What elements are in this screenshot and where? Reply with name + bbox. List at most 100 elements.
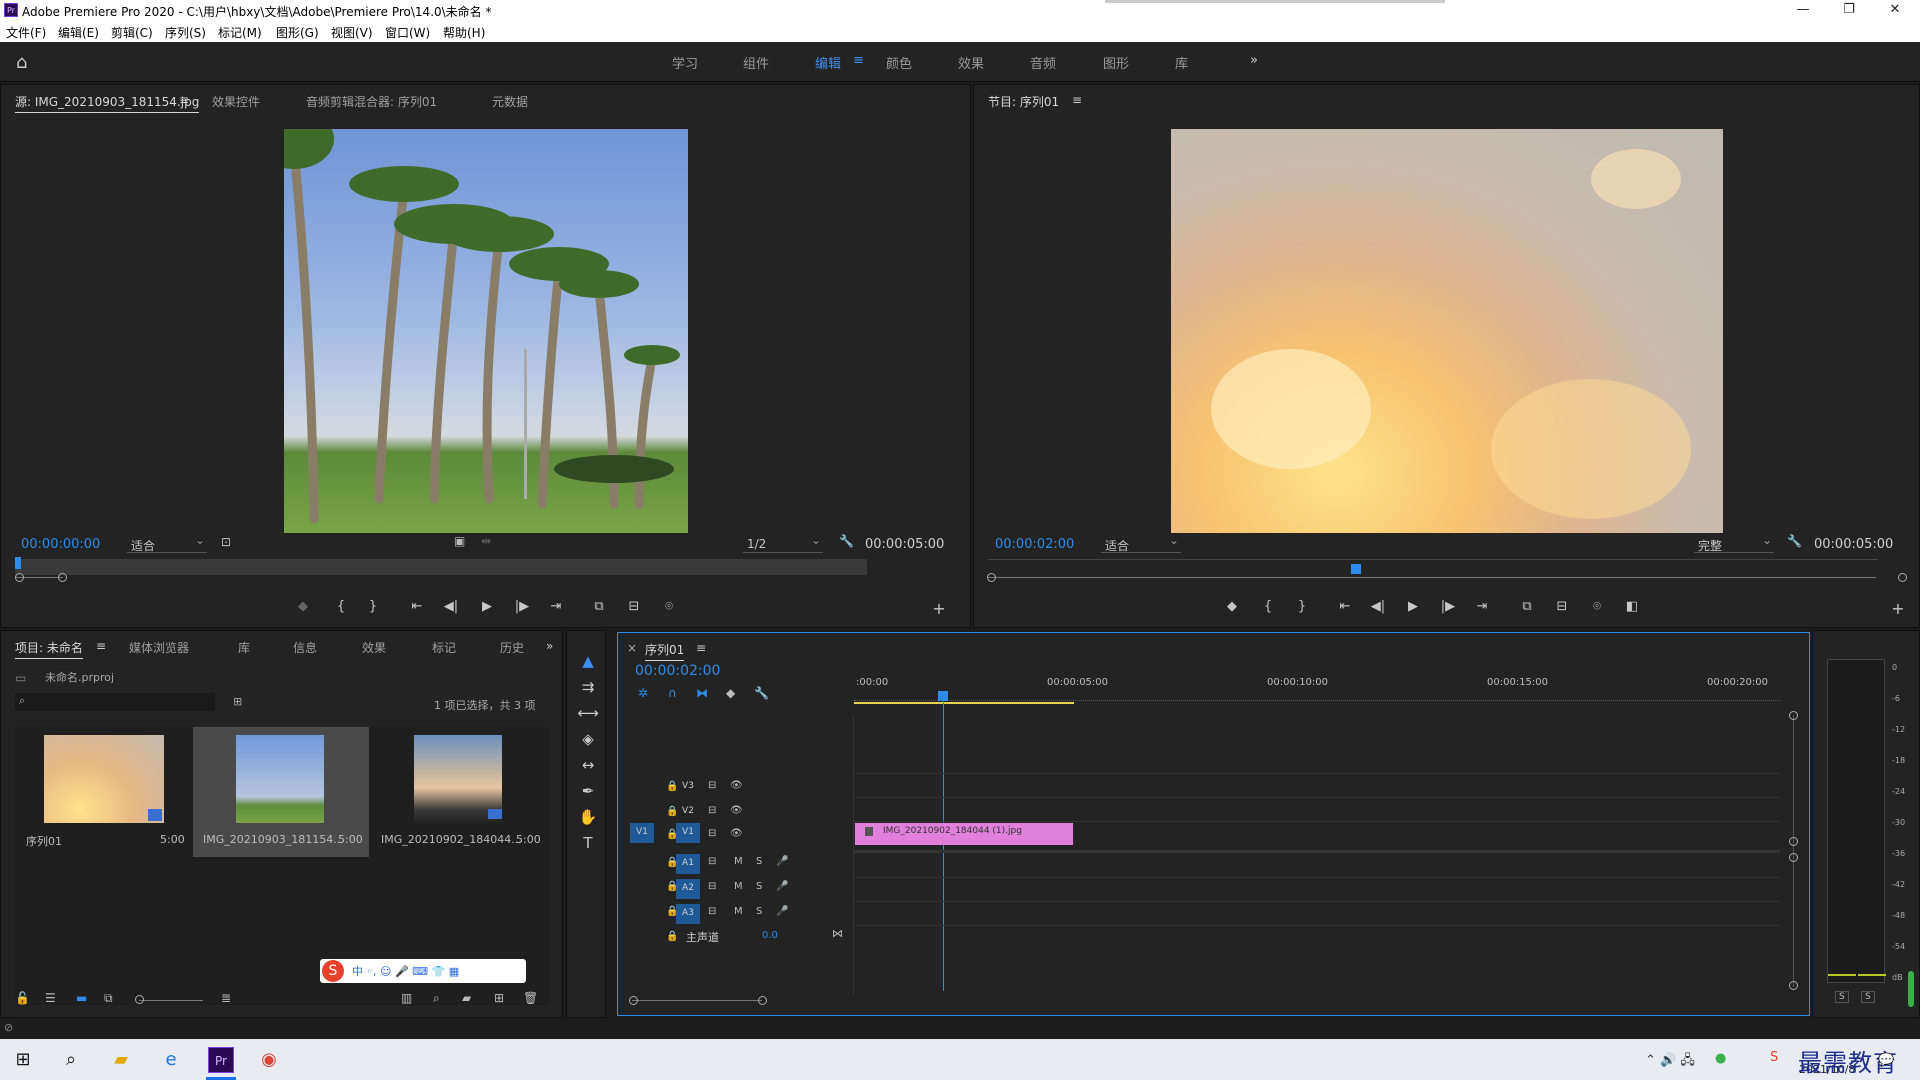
track-label-v2[interactable]: V2 — [676, 806, 700, 816]
project-item-image[interactable]: IMG_20210902_184044... 5:00 — [371, 727, 547, 857]
vertical-scroll-handle[interactable] — [1789, 837, 1798, 846]
program-add-marker-icon[interactable]: ◆ — [1222, 599, 1242, 614]
close-tab-icon[interactable]: × — [627, 641, 637, 655]
source-drag-video-icon[interactable]: ▣ — [454, 534, 465, 548]
source-wrench-icon[interactable]: 🔧 — [839, 534, 854, 548]
track-target-v1[interactable]: V1 — [676, 823, 700, 843]
menu-file[interactable]: 文件(F) — [6, 24, 46, 41]
sync-lock-icon[interactable]: ⊟ — [708, 881, 716, 892]
program-zoom-handle-left[interactable] — [987, 573, 996, 582]
workspace-tab-editing[interactable]: 编辑 — [815, 53, 841, 72]
add-marker-icon[interactable]: ◆ — [293, 599, 313, 614]
razor-tool-icon[interactable]: ◈ — [574, 730, 602, 752]
taskbar-search-icon[interactable]: ⌕ — [58, 1047, 84, 1073]
tab-sequence[interactable]: 序列01 — [645, 641, 685, 661]
new-item-icon[interactable]: ⊞ — [494, 991, 504, 1005]
program-go-to-in-icon[interactable]: ⇤ — [1335, 599, 1355, 614]
tab-libraries[interactable]: 库 — [238, 639, 250, 656]
vertical-scroll-handle[interactable] — [1789, 853, 1798, 862]
timeline-timecode[interactable]: 00:00:02:00 — [635, 663, 720, 679]
tab-info[interactable]: 信息 — [293, 639, 317, 656]
minimize-button[interactable]: — — [1780, 0, 1826, 21]
menu-clip[interactable]: 剪辑(C) — [111, 24, 153, 41]
solo-button[interactable]: S — [756, 906, 762, 917]
tab-markers[interactable]: 标记 — [432, 639, 456, 656]
program-step-forward-icon[interactable]: |▶ — [1438, 599, 1458, 614]
export-frame-icon[interactable]: ⌾ — [659, 599, 679, 614]
mute-button[interactable]: M — [734, 906, 743, 917]
menu-edit[interactable]: 编辑(E) — [58, 24, 99, 41]
workspace-tab-audio[interactable]: 音频 — [1030, 53, 1056, 72]
track-target-a2[interactable]: A2 — [676, 879, 700, 899]
automate-to-sequence-icon[interactable]: ▥ — [401, 991, 412, 1005]
go-to-out-icon[interactable]: ⇥ — [546, 599, 566, 614]
program-wrench-icon[interactable]: 🔧 — [1787, 534, 1802, 548]
vertical-scroll-handle[interactable] — [1789, 981, 1798, 990]
program-fit-select[interactable]: 适合 — [1101, 533, 1181, 553]
timeline-settings-icon[interactable]: 🔧 — [754, 686, 769, 700]
go-to-in-icon[interactable]: ⇤ — [407, 599, 427, 614]
overwrite-icon[interactable]: ⊟ — [624, 599, 644, 614]
workspace-tab-color[interactable]: 颜色 — [886, 53, 912, 72]
program-quality-select[interactable]: 完整 — [1694, 533, 1774, 553]
solo-button[interactable]: S — [756, 881, 762, 892]
time-ruler[interactable] — [854, 691, 1780, 701]
ime-toolbar-icons[interactable]: 中 ◦, ☺ 🎤 ⌨ 👕 ▦ — [352, 963, 459, 979]
windows-start-icon[interactable]: ⊞ — [10, 1047, 36, 1073]
mute-button[interactable]: M — [734, 856, 743, 867]
menu-window[interactable]: 窗口(W) — [385, 24, 430, 41]
timeline-vertical-scrollbar[interactable] — [1793, 715, 1794, 987]
program-timecode[interactable]: 00:00:02:00 — [995, 537, 1074, 552]
sync-lock-icon[interactable]: ⊟ — [708, 828, 716, 839]
source-settings-icon[interactable]: ⊡ — [221, 535, 231, 549]
voice-over-mic-icon[interactable]: 🎤 — [776, 881, 788, 892]
thumbnail-zoom-handle[interactable] — [135, 995, 144, 1004]
source-drag-audio-icon[interactable]: ⇹ — [481, 534, 491, 548]
source-fit-select[interactable]: 适合 — [127, 533, 207, 553]
tab-effects[interactable]: 效果 — [362, 639, 386, 656]
sort-icon[interactable]: ≣ — [221, 991, 231, 1005]
source-timecode[interactable]: 00:00:00:00 — [21, 537, 100, 552]
notification-center-icon[interactable]: 💬 — [1878, 1053, 1894, 1068]
clear-icon[interactable]: 🗑 — [523, 991, 538, 1005]
panel-overflow-icon[interactable]: » — [546, 639, 553, 653]
hand-tool-icon[interactable]: ✋ — [574, 808, 602, 830]
step-forward-icon[interactable]: |▶ — [512, 599, 532, 614]
sync-lock-icon[interactable]: ⊟ — [708, 906, 716, 917]
program-mark-in-icon[interactable]: { — [1258, 599, 1278, 614]
voice-over-mic-icon[interactable]: 🎤 — [776, 856, 788, 867]
workspace-menu-icon[interactable]: ≡ — [853, 53, 864, 68]
nest-icon[interactable]: ✲ — [638, 686, 648, 700]
timeline-playhead-handle[interactable] — [938, 691, 948, 701]
program-step-back-icon[interactable]: ◀| — [1368, 599, 1388, 614]
extract-icon[interactable]: ⊟ — [1552, 599, 1572, 614]
program-zoom-handle-right[interactable] — [1898, 573, 1907, 582]
slip-tool-icon[interactable]: ↔ — [574, 756, 602, 778]
menu-help[interactable]: 帮助(H) — [443, 24, 485, 41]
program-mark-out-icon[interactable]: } — [1292, 599, 1312, 614]
program-go-to-out-icon[interactable]: ⇥ — [1472, 599, 1492, 614]
source-patch-v1[interactable]: V1 — [630, 823, 654, 843]
thumbnail-zoom-slider[interactable] — [139, 1000, 203, 1001]
tab-audio-clip-mixer[interactable]: 音频剪辑混合器: 序列01 — [306, 93, 437, 110]
ripple-edit-tool-icon[interactable]: ⟷ — [574, 704, 602, 726]
program-play-icon[interactable]: ▶ — [1403, 599, 1423, 614]
new-bin-icon[interactable]: ▰ — [462, 991, 471, 1005]
tray-app-icon[interactable]: ● — [1715, 1051, 1726, 1066]
timeline-clip[interactable]: IMG_20210902_184044 (1).jpg — [855, 823, 1073, 845]
selection-tool-icon[interactable]: ▲ — [574, 652, 602, 674]
linked-selection-icon[interactable]: ⧓ — [696, 686, 708, 700]
mark-in-icon[interactable]: { — [331, 599, 351, 614]
workspace-tab-learn[interactable]: 学习 — [672, 53, 698, 72]
menu-sequence[interactable]: 序列(S) — [165, 24, 206, 41]
sync-lock-icon[interactable]: ⊟ — [708, 856, 716, 867]
mute-button[interactable]: M — [734, 881, 743, 892]
work-area-bar[interactable] — [854, 702, 1074, 704]
restore-button[interactable]: ❐ — [1826, 0, 1872, 21]
workspace-tab-libraries[interactable]: 库 — [1175, 53, 1188, 72]
timeline-menu-icon[interactable]: ≡ — [696, 641, 706, 655]
source-zoom-handle-left[interactable] — [15, 573, 24, 582]
mark-out-icon[interactable]: } — [363, 599, 383, 614]
solo-left-button[interactable]: S — [1835, 991, 1849, 1003]
workspace-tab-graphics[interactable]: 图形 — [1103, 53, 1129, 72]
